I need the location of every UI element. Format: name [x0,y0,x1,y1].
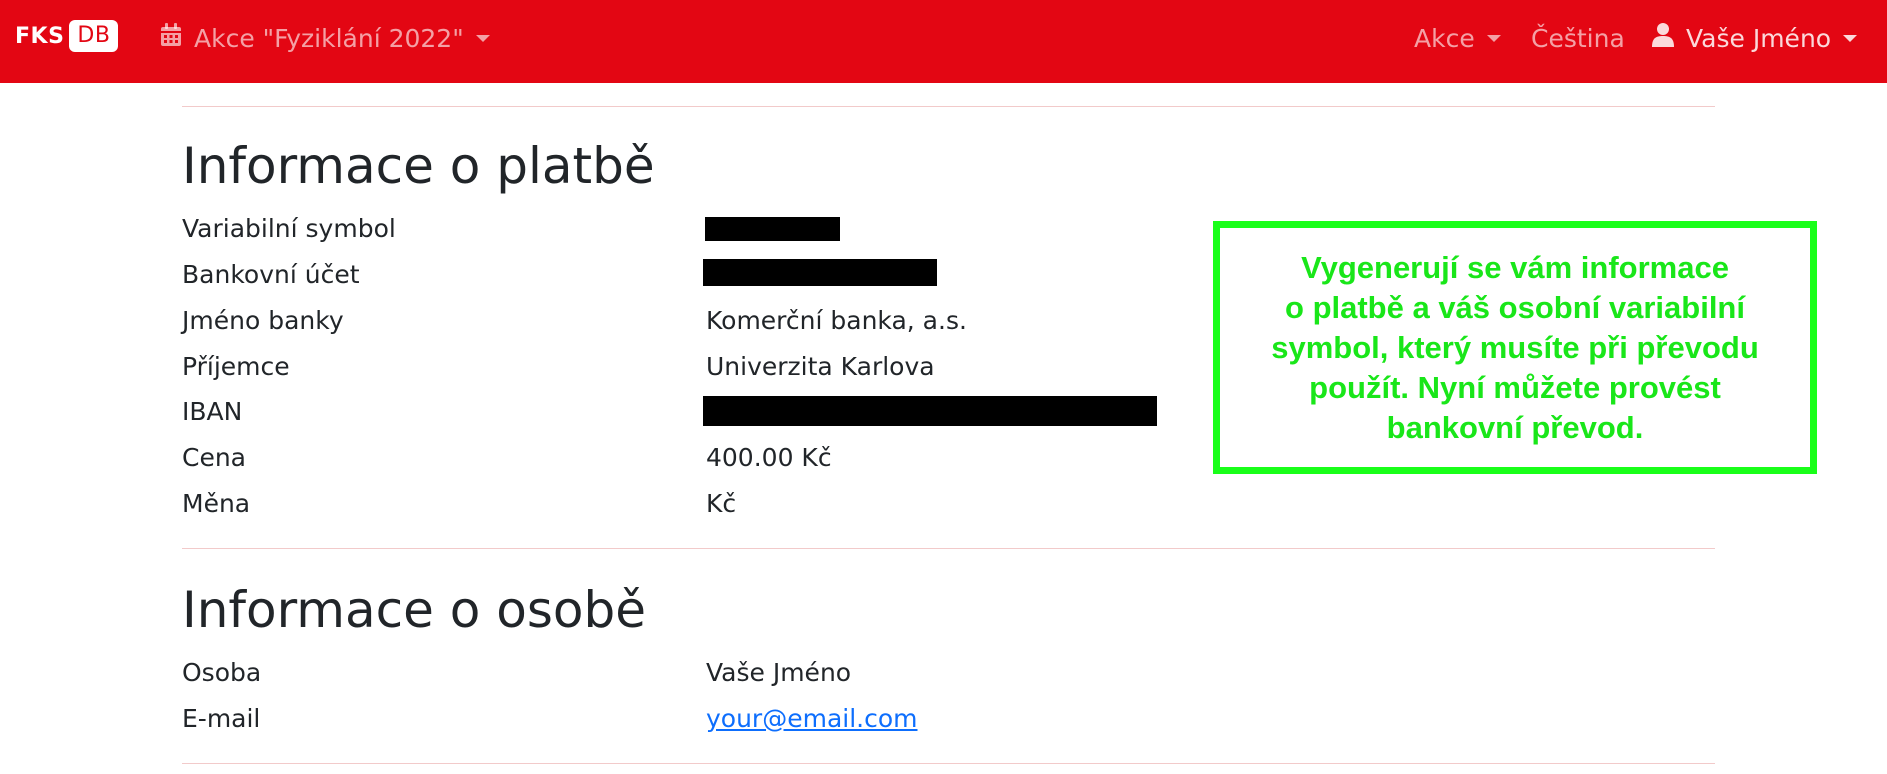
event-selector[interactable]: Akce "Fyziklání 2022" [160,0,490,76]
redacted-bank-account [703,259,937,286]
label-bank-account: Bankovní účet [182,260,360,289]
menu-akce[interactable]: Akce [1414,0,1501,76]
event-selector-label: Akce "Fyziklání 2022" [194,23,464,53]
label-currency: Měna [182,489,251,518]
label-variable-symbol: Variabilní symbol [182,214,396,243]
divider [182,763,1715,764]
brand-badge: DB [69,20,119,52]
callout-line: symbol, který musíte při převodu [1271,329,1759,365]
redacted-variable-symbol [705,217,840,241]
value-recipient: Univerzita Karlova [706,352,935,381]
value-currency: Kč [706,489,737,518]
user-name: Vaše Jméno [1686,23,1832,53]
label-price: Cena [182,443,247,472]
callout-line: Vygenerují se vám informace [1301,249,1729,285]
divider [182,106,1715,107]
label-iban: IBAN [182,397,243,426]
language-link[interactable]: Čeština [1531,0,1625,76]
label-recipient: Příjemce [182,352,290,381]
calendar-icon [160,23,182,53]
label-person: Osoba [182,658,262,687]
email-link[interactable]: your@email.com [706,706,918,731]
callout-line: bankovní převod. [1386,409,1644,445]
chevron-down-icon [475,34,490,42]
callout-line: o platbě a váš osobní variabilní [1285,289,1745,325]
payment-heading: Informace o platbě [182,137,655,195]
top-navbar: FKS DB Akce "Fyziklání 2022" Akce Češtin… [0,0,1887,83]
user-menu[interactable]: Vaše Jméno [1652,0,1858,76]
value-bank-name: Komerční banka, a.s. [706,306,967,335]
user-icon [1652,23,1674,53]
label-email: E-mail [182,704,261,733]
brand-logo[interactable]: FKS DB [15,20,119,52]
value-price: 400.00 Kč [706,443,832,472]
divider [182,548,1715,549]
info-callout: Vygenerují se vám informace o platbě a v… [1213,221,1817,474]
label-bank-name: Jméno banky [182,306,344,335]
callout-line: použít. Nyní můžete provést [1309,369,1721,405]
value-person: Vaše Jméno [706,658,852,687]
chevron-down-icon [1843,34,1858,42]
callout-text: Vygenerují se vám informace o platbě a v… [1225,248,1805,448]
person-heading: Informace o osobě [182,581,647,639]
menu-akce-label: Akce [1414,23,1475,53]
brand-main: FKS [15,23,65,49]
redacted-iban [703,396,1157,426]
chevron-down-icon [1486,34,1501,42]
language-label: Čeština [1531,23,1625,53]
